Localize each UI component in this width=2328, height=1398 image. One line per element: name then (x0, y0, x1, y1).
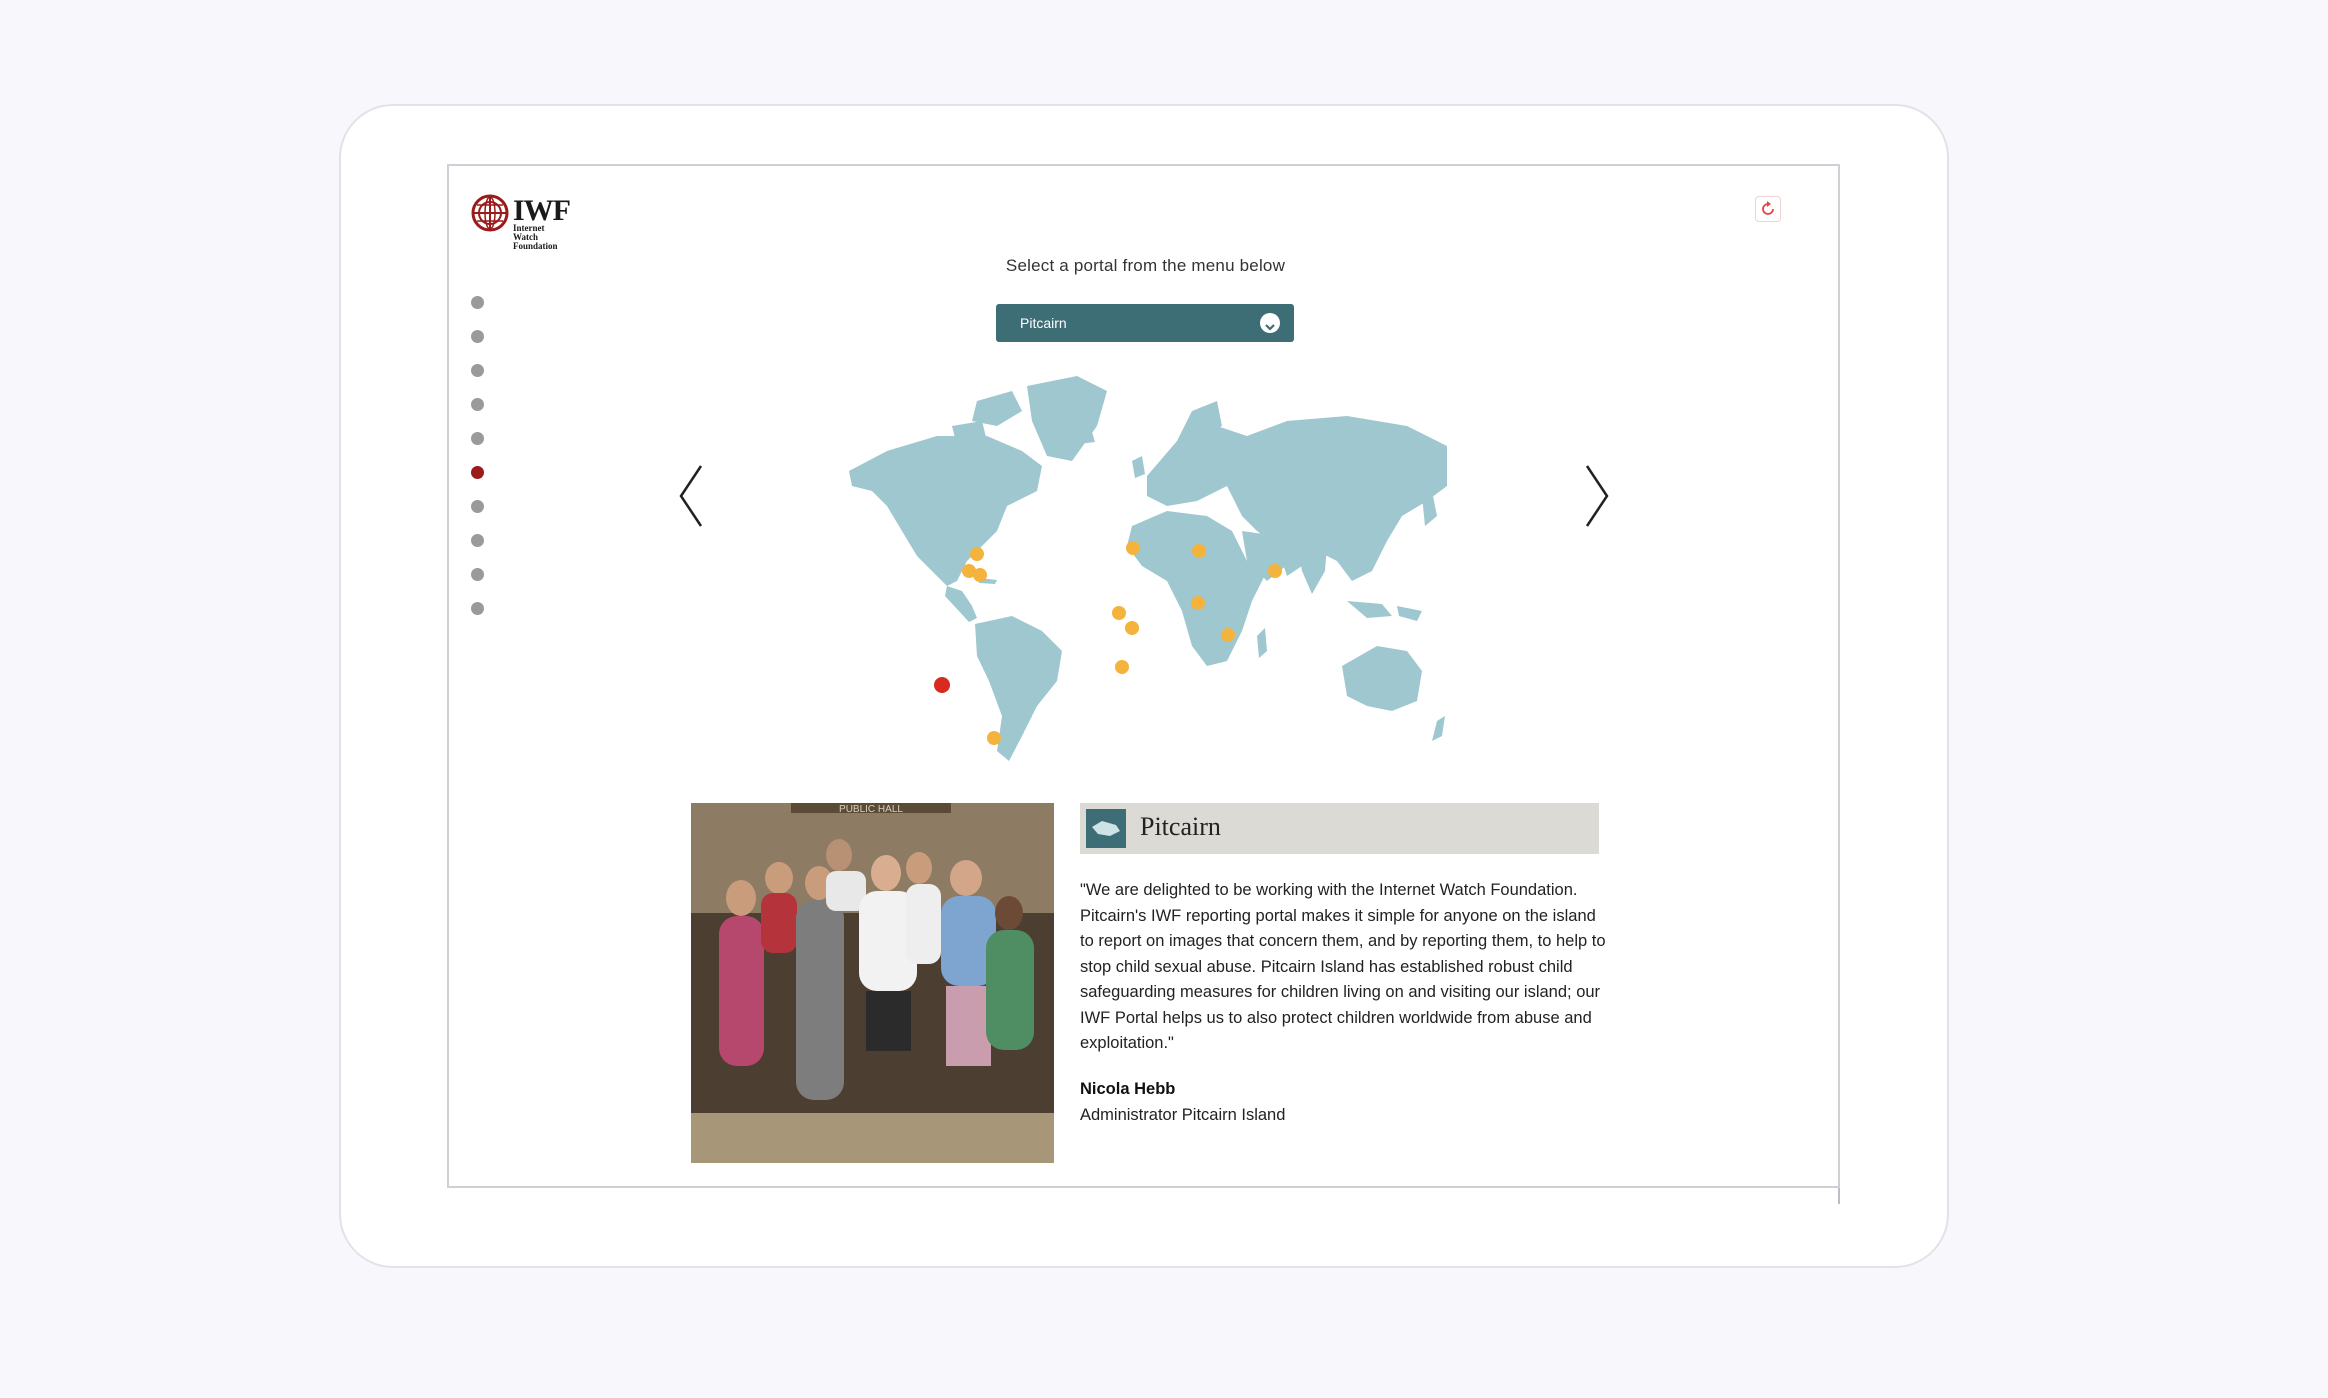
portal-title: Pitcairn (1140, 812, 1221, 841)
chevron-down-icon (1260, 313, 1280, 333)
map-marker[interactable] (1191, 596, 1205, 610)
pitcairn-marker[interactable] (932, 675, 952, 695)
slide-dot[interactable] (471, 534, 484, 547)
map-marker[interactable] (987, 731, 1001, 745)
map-marker[interactable] (1112, 606, 1126, 620)
slide-dot[interactable] (471, 568, 484, 581)
map-marker[interactable] (1126, 541, 1140, 555)
map-landmasses (849, 376, 1447, 761)
map-marker[interactable] (1268, 564, 1282, 578)
slide-nav (471, 296, 491, 636)
slide-dot[interactable] (471, 500, 484, 513)
quote-author-name: Nicola Hebb (1080, 1080, 1176, 1098)
logo-sub-line-3: Foundation (513, 241, 558, 251)
slide-dot[interactable] (471, 330, 484, 343)
group-photo: PUBLIC HALL (691, 803, 1054, 1163)
logo-wordmark: IWF (513, 194, 571, 227)
chevron-left-icon[interactable] (673, 456, 713, 536)
refresh-icon (1762, 201, 1774, 215)
slide-dot[interactable] (471, 398, 484, 411)
slide-dot[interactable] (471, 602, 484, 615)
chevron-right-icon[interactable] (1575, 456, 1615, 536)
iwf-logo[interactable]: IWF Internet Watch Foundation (471, 194, 581, 254)
map-marker[interactable] (970, 547, 984, 561)
map-marker[interactable] (1125, 621, 1139, 635)
map-marker[interactable] (1192, 544, 1206, 558)
pitcairn-island-icon (1086, 809, 1126, 848)
refresh-button[interactable] (1755, 196, 1781, 222)
map-marker[interactable] (973, 568, 987, 582)
portal-quote: "We are delighted to be working with the… (1080, 881, 1606, 1052)
portal-screen: IWF Internet Watch Foundation Select a p… (447, 164, 1840, 1188)
portal-dropdown-value: Pitcairn (1020, 315, 1067, 331)
portal-title-bar: Pitcairn (1080, 803, 1599, 854)
world-map (849, 376, 1447, 761)
quote-author-role: Administrator Pitcairn Island (1080, 1106, 1286, 1124)
select-portal-prompt: Select a portal from the menu below (1005, 256, 1286, 275)
logo-subtitle: Internet Watch Foundation (513, 224, 583, 251)
slide-dot-active[interactable] (471, 466, 484, 479)
globe-icon (471, 194, 509, 232)
slide-dot[interactable] (471, 364, 484, 377)
map-marker[interactable] (1221, 628, 1235, 642)
portal-dropdown[interactable]: Pitcairn (996, 304, 1294, 342)
slide-dot[interactable] (471, 432, 484, 445)
map-marker[interactable] (1115, 660, 1129, 674)
photo-sign: PUBLIC HALL (839, 804, 903, 815)
slide-dot[interactable] (471, 296, 484, 309)
